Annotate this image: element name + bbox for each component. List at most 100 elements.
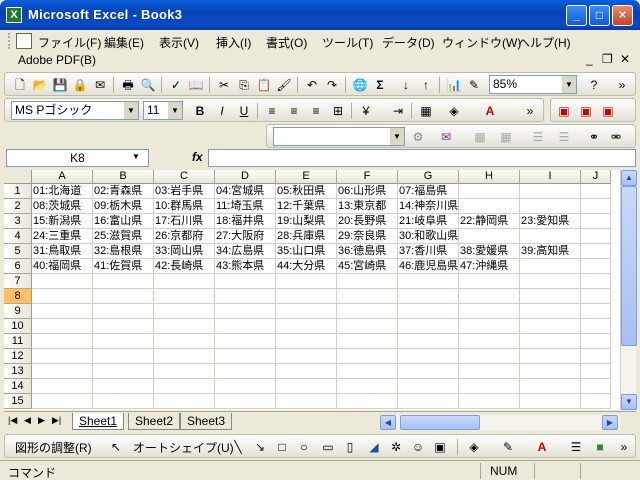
cell-b10[interactable] [93, 319, 154, 334]
link-icon[interactable]: ⚭ [585, 128, 603, 146]
save-icon[interactable]: 💾 [51, 76, 69, 94]
cell-e11[interactable] [276, 334, 337, 349]
cell-d9[interactable] [215, 304, 276, 319]
list-icon[interactable]: ☰ [529, 128, 547, 146]
textbox-icon[interactable]: ▭ [319, 438, 337, 456]
cell-i14[interactable] [520, 379, 581, 394]
email-icon[interactable]: ✉ [91, 76, 109, 94]
scroll-left-icon[interactable]: ◀ [380, 415, 396, 430]
spelling-icon[interactable]: ✓ [167, 76, 185, 94]
cell-h14[interactable] [459, 379, 520, 394]
table-icon[interactable]: ▦ [471, 128, 489, 146]
cell-a10[interactable] [32, 319, 93, 334]
cell-c5[interactable]: 33:岡山県 [154, 244, 215, 259]
cell-h10[interactable] [459, 319, 520, 334]
row-header-13[interactable]: 13 [4, 364, 32, 379]
cell-f2[interactable]: 13:東京都 [337, 199, 398, 214]
cell-f5[interactable]: 36:徳島県 [337, 244, 398, 259]
cell-b2[interactable]: 09:栃木県 [93, 199, 154, 214]
cell-d7[interactable] [215, 274, 276, 289]
cell-f9[interactable] [337, 304, 398, 319]
cell-h5[interactable]: 38:愛媛県 [459, 244, 520, 259]
cell-c1[interactable]: 03:岩手県 [154, 184, 215, 199]
select-objects-icon[interactable]: ↖ [107, 438, 125, 456]
cell-f12[interactable] [337, 349, 398, 364]
cell-i7[interactable] [520, 274, 581, 289]
cell-g5[interactable]: 37:香川県 [398, 244, 459, 259]
cell-h15[interactable] [459, 394, 520, 409]
cell-d8[interactable] [215, 289, 276, 304]
cell-h11[interactable] [459, 334, 520, 349]
chevron-down-icon[interactable]: ▼ [124, 102, 138, 119]
cell-f15[interactable] [337, 394, 398, 409]
row-header-11[interactable]: 11 [4, 334, 32, 349]
cell-j7[interactable] [581, 274, 611, 289]
new-icon[interactable]: 🗋 [11, 76, 29, 94]
pdf-convert-icon[interactable]: ▣ [555, 102, 573, 120]
font-name-combo[interactable]: MS Pゴシック ▼ [11, 101, 139, 120]
align-left-icon[interactable]: ≡ [263, 102, 281, 120]
cell-a1[interactable]: 01:北海道 [32, 184, 93, 199]
cell-f1[interactable]: 06:山形県 [337, 184, 398, 199]
font-size-combo[interactable]: 11 ▼ [143, 101, 183, 120]
cell-j13[interactable] [581, 364, 611, 379]
cell-e3[interactable]: 19:山梨県 [276, 214, 337, 229]
cell-j10[interactable] [581, 319, 611, 334]
borders-icon[interactable]: ▦ [417, 102, 435, 120]
cell-g14[interactable] [398, 379, 459, 394]
cell-b1[interactable]: 02:青森県 [93, 184, 154, 199]
cell-d1[interactable]: 04:宮城県 [215, 184, 276, 199]
cell-b12[interactable] [93, 349, 154, 364]
unlink-icon[interactable]: ⚮ [607, 128, 625, 146]
cell-e14[interactable] [276, 379, 337, 394]
close-button[interactable]: ✕ [612, 5, 633, 26]
bold-icon[interactable]: B [191, 102, 209, 120]
cell-d11[interactable] [215, 334, 276, 349]
font-color-icon[interactable]: A [481, 102, 499, 120]
align-right-icon[interactable]: ≡ [307, 102, 325, 120]
cell-c2[interactable]: 10:群馬県 [154, 199, 215, 214]
tab-sheet2[interactable]: Sheet2 [128, 413, 181, 430]
cell-g11[interactable] [398, 334, 459, 349]
row-header-6[interactable]: 6 [4, 259, 32, 274]
cell-g10[interactable] [398, 319, 459, 334]
rectangle-icon[interactable]: □ [273, 438, 291, 456]
doc-minimize-button[interactable]: _ [586, 52, 593, 66]
row-header-7[interactable]: 7 [4, 274, 32, 289]
cell-e2[interactable]: 12:千葉県 [276, 199, 337, 214]
cell-b3[interactable]: 16:富山県 [93, 214, 154, 229]
open-icon[interactable]: 📂 [31, 76, 49, 94]
cell-h7[interactable] [459, 274, 520, 289]
cell-g12[interactable] [398, 349, 459, 364]
toolbar-options-icon[interactable]: » [521, 102, 539, 120]
cell-j1[interactable] [581, 184, 611, 199]
row-header-2[interactable]: 2 [4, 199, 32, 214]
cell-c4[interactable]: 26:京都府 [154, 229, 215, 244]
cell-a14[interactable] [32, 379, 93, 394]
cell-i13[interactable] [520, 364, 581, 379]
cell-h4[interactable] [459, 229, 520, 244]
column-header-h[interactable]: H [459, 170, 520, 184]
cell-d5[interactable]: 34:広島県 [215, 244, 276, 259]
cell-f4[interactable]: 29:奈良県 [337, 229, 398, 244]
cell-a8[interactable] [32, 289, 93, 304]
cell-a13[interactable] [32, 364, 93, 379]
cell-c8[interactable] [154, 289, 215, 304]
row-header-12[interactable]: 12 [4, 349, 32, 364]
cell-h9[interactable] [459, 304, 520, 319]
column-header-a[interactable]: A [32, 170, 93, 184]
cell-i1[interactable] [520, 184, 581, 199]
cell-i9[interactable] [520, 304, 581, 319]
cell-b7[interactable] [93, 274, 154, 289]
print-icon[interactable]: 🖶 [119, 76, 137, 94]
cell-e12[interactable] [276, 349, 337, 364]
name-box[interactable]: K8 [6, 149, 149, 167]
style-combo[interactable]: ▼ [273, 127, 405, 146]
chevron-down-icon[interactable]: ▼ [562, 76, 576, 93]
copy-icon[interactable]: ⎘ [235, 76, 253, 94]
cell-j2[interactable] [581, 199, 611, 214]
cell-c15[interactable] [154, 394, 215, 409]
vertical-scrollbar[interactable]: ▲ ▼ [620, 170, 637, 410]
cell-h6[interactable]: 47:沖縄県 [459, 259, 520, 274]
cell-d13[interactable] [215, 364, 276, 379]
